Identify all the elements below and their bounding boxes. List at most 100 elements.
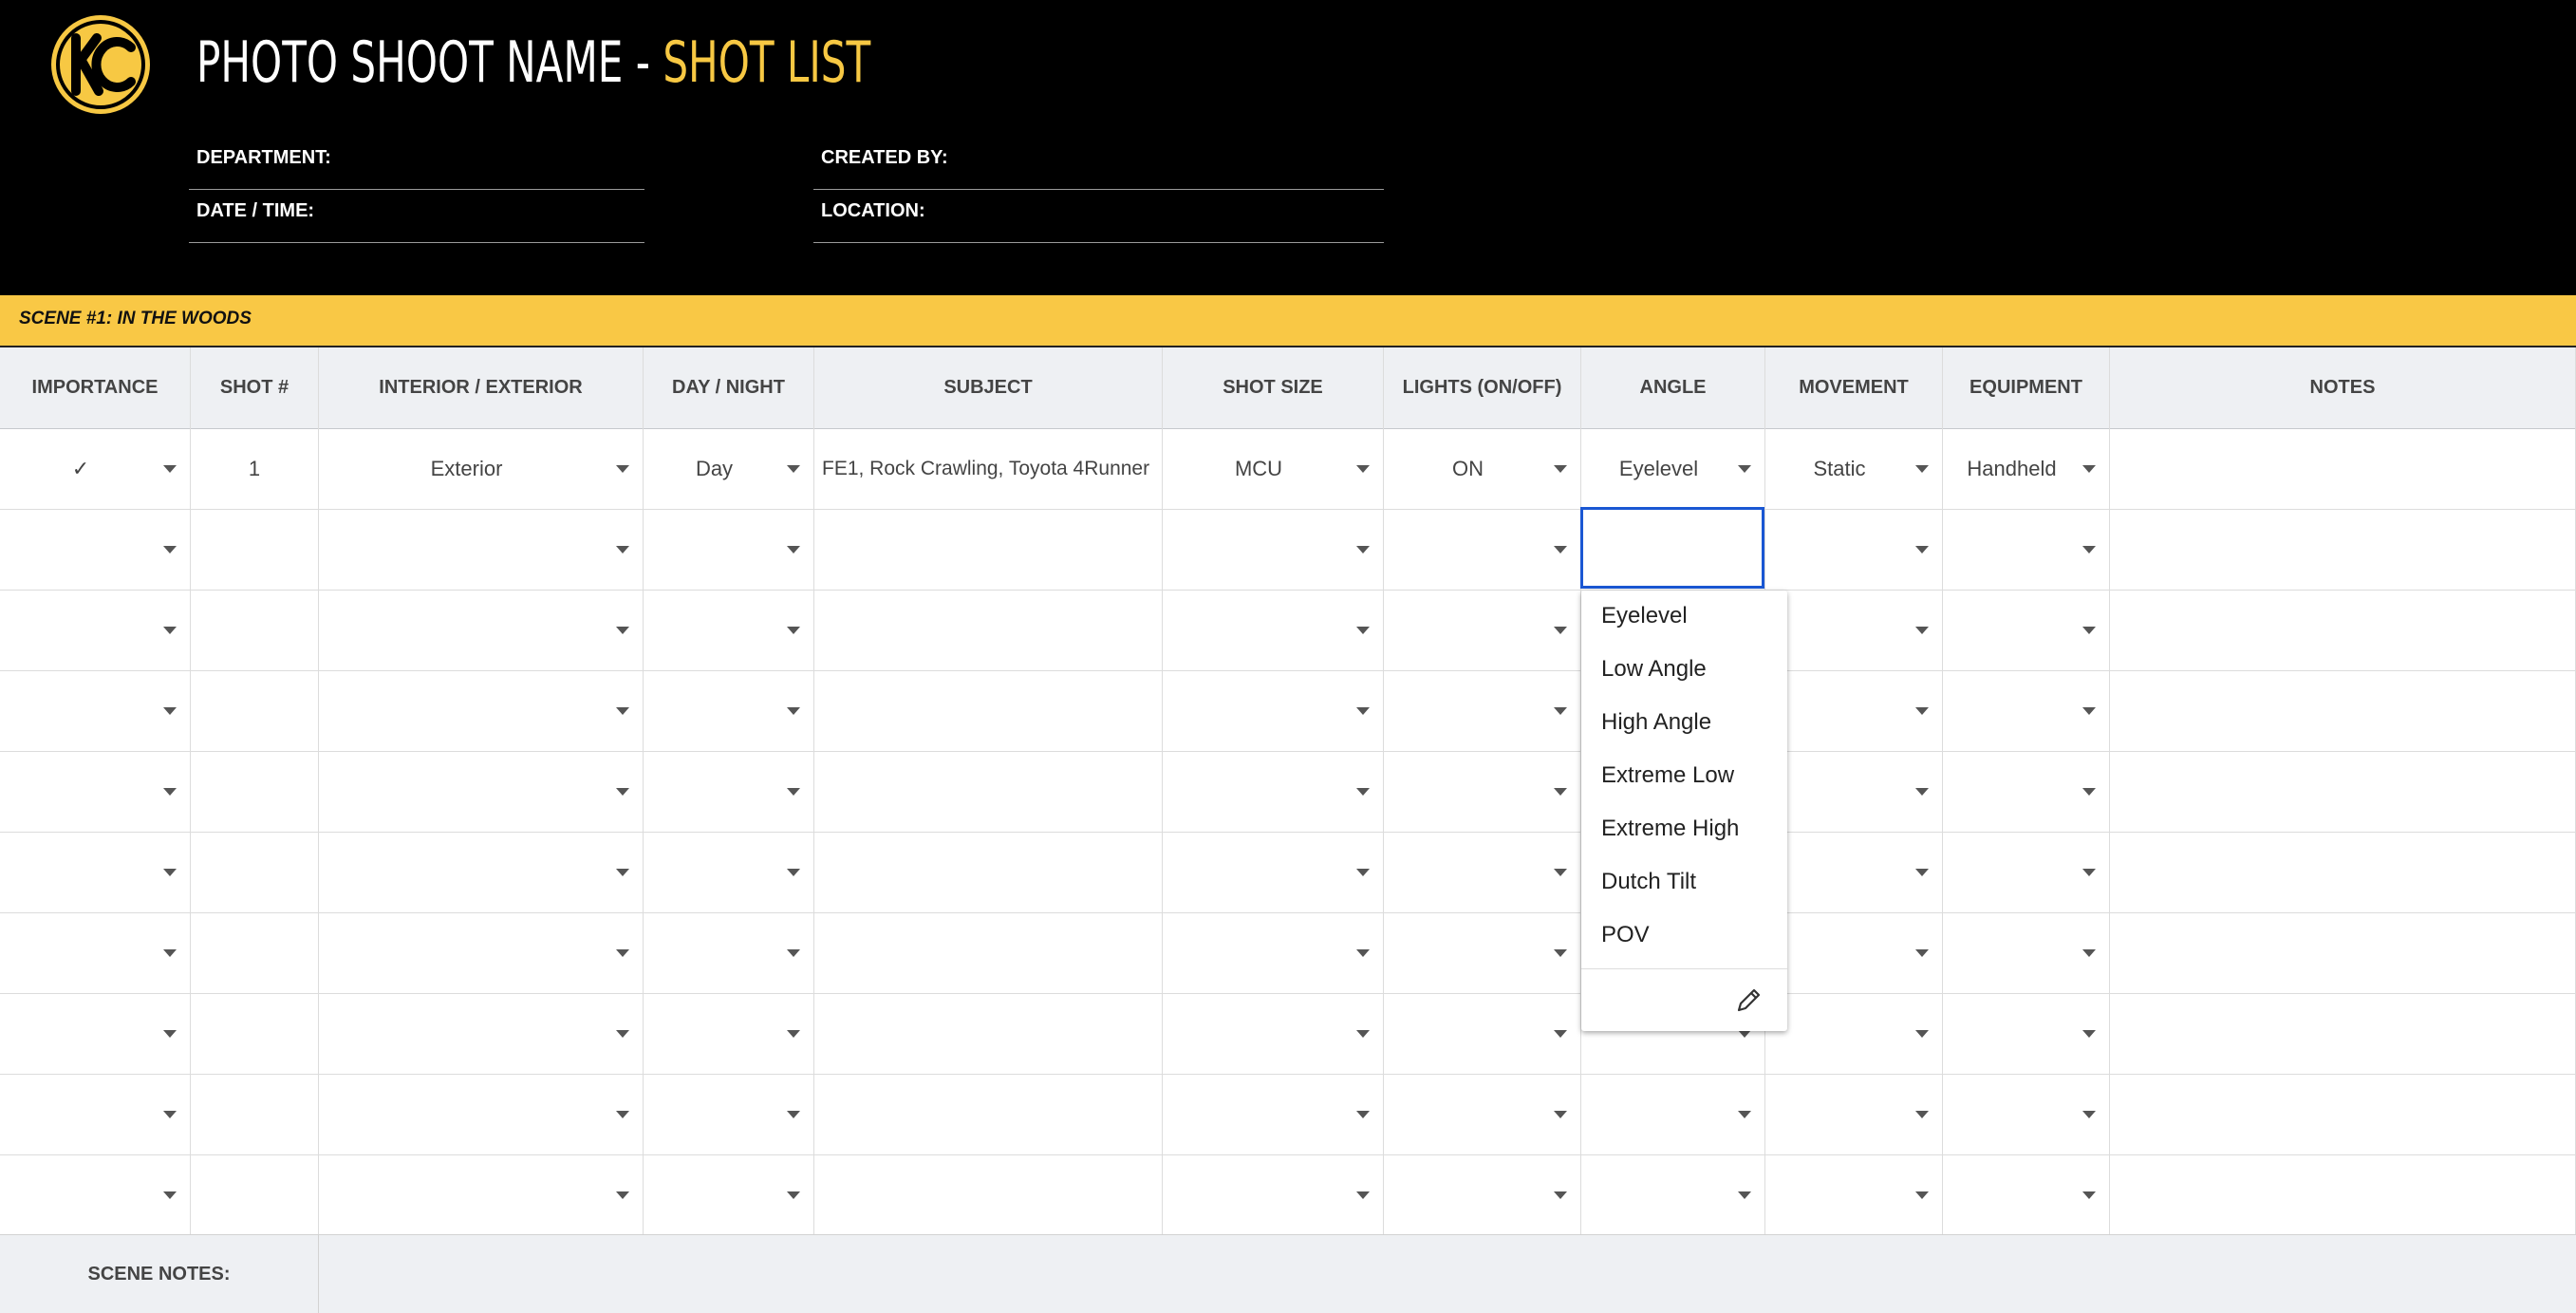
cell-subject[interactable] — [814, 751, 1163, 832]
cell-subject[interactable] — [814, 1154, 1163, 1235]
cell-interior-exterior[interactable] — [319, 509, 644, 590]
cell-equipment[interactable] — [1943, 509, 2110, 590]
dropdown-arrow-icon[interactable] — [163, 626, 177, 634]
column-header-equipment[interactable]: EQUIPMENT — [1943, 347, 2110, 428]
dropdown-arrow-icon[interactable] — [1554, 787, 1567, 796]
cell-movement[interactable] — [1765, 751, 1943, 832]
cell-shot-size[interactable] — [1163, 912, 1384, 993]
cell-lights[interactable] — [1384, 912, 1581, 993]
cell-shot-size[interactable] — [1163, 1074, 1384, 1154]
cell-shot-number[interactable] — [191, 670, 319, 751]
cell-day-night[interactable] — [644, 509, 814, 590]
cell-shot-size[interactable] — [1163, 1154, 1384, 1235]
cell-notes[interactable] — [2110, 509, 2576, 590]
column-header-movement[interactable]: MOVEMENT — [1765, 347, 1943, 428]
dropdown-arrow-icon[interactable] — [787, 948, 800, 957]
cell-subject[interactable] — [814, 590, 1163, 670]
dropdown-arrow-icon[interactable] — [163, 787, 177, 796]
angle-selected-cell[interactable] — [1580, 507, 1764, 589]
cell-importance[interactable] — [0, 1074, 191, 1154]
cell-day-night[interactable] — [644, 912, 814, 993]
cell-interior-exterior[interactable] — [319, 832, 644, 912]
dropdown-arrow-icon[interactable] — [2082, 787, 2096, 796]
cell-equipment[interactable] — [1943, 832, 2110, 912]
dropdown-arrow-icon[interactable] — [1356, 545, 1370, 553]
dropdown-arrow-icon[interactable] — [1915, 464, 1929, 473]
dropdown-option[interactable]: Dutch Tilt — [1601, 869, 1696, 895]
cell-movement[interactable] — [1765, 590, 1943, 670]
cell-interior-exterior[interactable] — [319, 1074, 644, 1154]
dropdown-arrow-icon[interactable] — [1554, 1191, 1567, 1199]
dropdown-arrow-icon[interactable] — [2082, 545, 2096, 553]
cell-importance[interactable] — [0, 912, 191, 993]
cell-shot-number[interactable] — [191, 832, 319, 912]
cell-shot-size[interactable] — [1163, 751, 1384, 832]
cell-notes[interactable] — [2110, 832, 2576, 912]
cell-equipment[interactable] — [1943, 993, 2110, 1074]
dropdown-arrow-icon[interactable] — [616, 1191, 629, 1199]
dropdown-arrow-icon[interactable] — [616, 626, 629, 634]
cell-interior-exterior[interactable] — [319, 1154, 644, 1235]
dropdown-arrow-icon[interactable] — [1356, 706, 1370, 715]
cell-angle[interactable] — [1581, 1154, 1765, 1235]
cell-day-night[interactable] — [644, 832, 814, 912]
cell-interior-exterior[interactable] — [319, 912, 644, 993]
dropdown-arrow-icon[interactable] — [1738, 1191, 1751, 1199]
cell-equipment[interactable]: Handheld — [1943, 428, 2110, 509]
dropdown-arrow-icon[interactable] — [787, 787, 800, 796]
column-header-importance[interactable]: IMPORTANCE — [0, 347, 191, 428]
cell-importance[interactable] — [0, 1154, 191, 1235]
cell-movement[interactable] — [1765, 509, 1943, 590]
cell-interior-exterior[interactable] — [319, 670, 644, 751]
dropdown-arrow-icon[interactable] — [2082, 948, 2096, 957]
location-field[interactable]: LOCATION: — [813, 189, 1384, 243]
dropdown-arrow-icon[interactable] — [616, 1110, 629, 1118]
dropdown-option[interactable]: Extreme High — [1601, 816, 1739, 842]
dropdown-arrow-icon[interactable] — [1554, 1029, 1567, 1038]
dropdown-arrow-icon[interactable] — [787, 868, 800, 876]
cell-interior-exterior[interactable] — [319, 590, 644, 670]
dropdown-option[interactable]: POV — [1601, 922, 1650, 948]
cell-day-night[interactable] — [644, 1074, 814, 1154]
dropdown-arrow-icon[interactable] — [1356, 1029, 1370, 1038]
cell-importance[interactable] — [0, 751, 191, 832]
dropdown-arrow-icon[interactable] — [787, 1029, 800, 1038]
cell-movement[interactable] — [1765, 832, 1943, 912]
cell-shot-size[interactable] — [1163, 509, 1384, 590]
cell-lights[interactable] — [1384, 670, 1581, 751]
dropdown-option[interactable]: Eyelevel — [1601, 603, 1688, 629]
cell-lights[interactable] — [1384, 1074, 1581, 1154]
cell-interior-exterior[interactable] — [319, 993, 644, 1074]
column-header-notes[interactable]: NOTES — [2110, 347, 2576, 428]
cell-shot-size[interactable] — [1163, 993, 1384, 1074]
cell-lights[interactable] — [1384, 509, 1581, 590]
dropdown-arrow-icon[interactable] — [2082, 1191, 2096, 1199]
cell-importance[interactable] — [0, 993, 191, 1074]
cell-lights[interactable] — [1384, 993, 1581, 1074]
cell-shot-size[interactable] — [1163, 670, 1384, 751]
cell-movement[interactable] — [1765, 993, 1943, 1074]
dropdown-arrow-icon[interactable] — [1554, 868, 1567, 876]
dropdown-arrow-icon[interactable] — [163, 464, 177, 473]
column-header-shot-number[interactable]: SHOT # — [191, 347, 319, 428]
dropdown-arrow-icon[interactable] — [1554, 626, 1567, 634]
dropdown-arrow-icon[interactable] — [163, 545, 177, 553]
dropdown-arrow-icon[interactable] — [1554, 1110, 1567, 1118]
cell-notes[interactable] — [2110, 1154, 2576, 1235]
pencil-icon[interactable] — [1733, 985, 1764, 1016]
cell-equipment[interactable] — [1943, 1074, 2110, 1154]
cell-shot-number[interactable] — [191, 1074, 319, 1154]
cell-notes[interactable] — [2110, 912, 2576, 993]
cell-shot-number[interactable] — [191, 912, 319, 993]
cell-shot-number[interactable] — [191, 993, 319, 1074]
cell-equipment[interactable] — [1943, 590, 2110, 670]
cell-movement[interactable] — [1765, 670, 1943, 751]
dropdown-arrow-icon[interactable] — [787, 706, 800, 715]
dropdown-arrow-icon[interactable] — [163, 1029, 177, 1038]
column-header-angle[interactable]: ANGLE — [1581, 347, 1765, 428]
cell-lights[interactable] — [1384, 751, 1581, 832]
dropdown-arrow-icon[interactable] — [1915, 948, 1929, 957]
dropdown-arrow-icon[interactable] — [1915, 868, 1929, 876]
dropdown-arrow-icon[interactable] — [1554, 545, 1567, 553]
cell-equipment[interactable] — [1943, 670, 2110, 751]
